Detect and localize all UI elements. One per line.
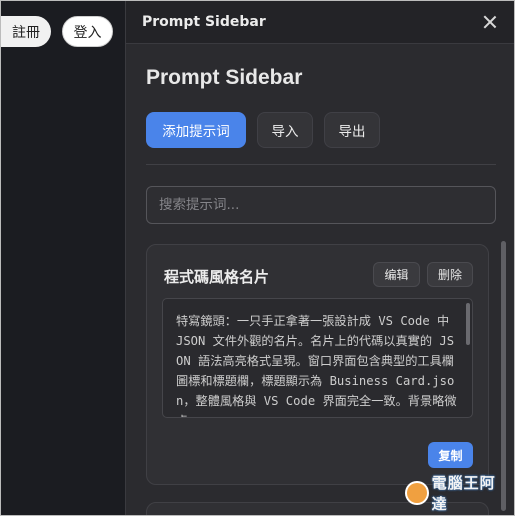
search-input[interactable] [146,186,496,224]
export-button[interactable]: 导出 [324,112,380,148]
page-title: Prompt Sidebar [146,66,303,89]
sidebar-header: Prompt Sidebar [126,1,514,44]
register-button[interactable]: 註冊 [1,16,51,47]
delete-button[interactable]: 删除 [427,262,473,287]
close-icon[interactable] [482,14,498,30]
copy-button[interactable]: 复制 [428,442,473,468]
sidebar-body: Prompt Sidebar 添加提示词 导入 导出 程式碼風格名片 编辑 删除… [126,44,514,515]
prompt-card: 程式碼風格名片 编辑 删除 特寫鏡頭：一只手正拿著一張設計成 VS Code 中… [146,244,489,485]
prompt-text-box[interactable]: 特寫鏡頭：一只手正拿著一張設計成 VS Code 中 JSON 文件外觀的名片。… [162,298,473,418]
watermark-text: 電腦王阿達 [431,474,496,513]
prompt-sidebar-panel: Prompt Sidebar Prompt Sidebar 添加提示词 导入 导… [125,1,514,515]
mascot-icon [405,481,429,505]
screenshot-frame: 註冊 登入 Prompt Sidebar Prompt Sidebar 添加提示… [0,0,515,516]
add-prompt-button[interactable]: 添加提示词 [146,112,246,148]
prompt-text: 特寫鏡頭：一只手正拿著一張設計成 VS Code 中 JSON 文件外觀的名片。… [176,314,457,417]
sidebar-header-title: Prompt Sidebar [142,14,266,30]
panel-scrollbar[interactable] [501,241,506,511]
import-button[interactable]: 导入 [257,112,313,148]
login-button[interactable]: 登入 [62,16,113,47]
edit-button[interactable]: 编辑 [373,262,420,287]
prompt-card-title: 程式碼風格名片 [164,268,270,286]
watermark: 電腦王阿達 [405,474,510,513]
background-page: 註冊 登入 [1,1,126,515]
divider [146,164,496,165]
text-scrollbar[interactable] [466,303,470,345]
